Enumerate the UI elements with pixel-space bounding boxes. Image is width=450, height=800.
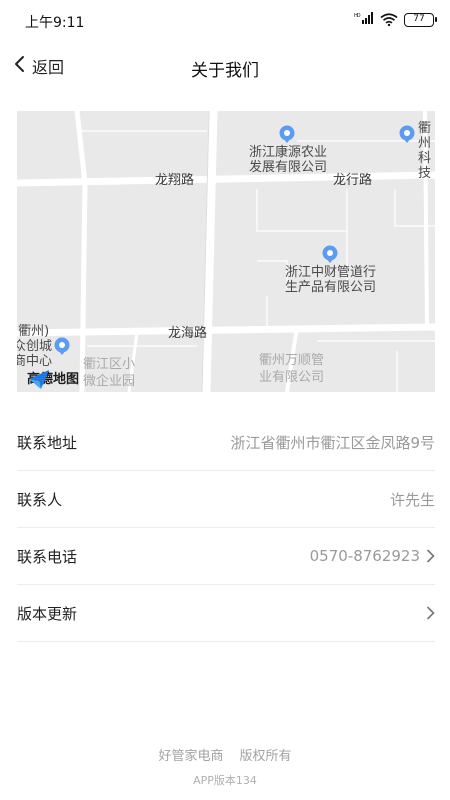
map-pin-icon[interactable] [321,245,339,263]
poi-label: (衢州) 众创城 商中心 [17,324,53,369]
poi-label: 衢州 科技 [418,121,432,181]
svg-text:HD: HD [354,13,361,19]
header: 返回 关于我们 [0,44,450,88]
location-map[interactable]: 浙江康源农业 发展有限公司 浙江中财管道行 生产品有限公司 衢州 科技 (衢州)… [17,111,435,392]
navigation-arrow-icon [29,370,49,389]
phone-label: 联系电话 [17,547,78,566]
phone-row[interactable]: 联系电话 0570-8762923 [17,528,435,585]
area-label: 衢江区小 微企业园 [83,357,136,389]
chevron-right-icon [426,606,435,620]
footer-company: 好管家电商 [158,749,224,764]
map-pin-icon[interactable] [278,125,296,143]
map-roads [17,111,435,392]
map-logo: 高德地图 [27,368,79,389]
road-label: 龙行路 [333,173,373,188]
address-row: 联系地址 浙江省衢州市衢江区金凤路9号 [17,414,435,471]
area-label: 衢州万顺管 业有限公司 [259,353,325,385]
back-button[interactable]: 返回 [12,52,64,80]
back-label: 返回 [32,58,65,77]
signal-icon: HD [354,12,374,27]
version-update-row[interactable]: 版本更新 [17,585,435,642]
address-value: 浙江省衢州市衢江区金凤路9号 [230,433,435,452]
footer-rights: 版权所有 [239,749,292,764]
contact-label: 联系人 [17,490,63,509]
contact-info-list: 联系地址 浙江省衢州市衢江区金凤路9号 联系人 许先生 联系电话 0570-87… [17,414,435,642]
battery-icon: 77 [404,12,437,27]
footer-copyright: 好管家电商 版权所有 [0,745,450,764]
contact-row: 联系人 许先生 [17,471,435,528]
phone-value-wrap: 0570-8762923 [310,547,435,565]
wifi-icon [380,13,398,26]
status-time: 上午9:11 [25,15,85,31]
version-update-label: 版本更新 [17,604,78,623]
poi-label: 浙江中财管道行 生产品有限公司 [285,265,377,295]
status-icons: HD 77 [354,12,437,27]
app-version: APP版本134 [193,774,257,787]
footer: 好管家电商 版权所有 APP版本134 [0,745,450,788]
phone-value: 0570-8762923 [309,547,420,565]
page-title: 关于我们 [191,61,259,81]
poi-label: 浙江康源农业 发展有限公司 [249,145,328,175]
road-label: 龙翔路 [155,173,195,188]
address-label: 联系地址 [17,433,78,452]
status-bar: 上午9:11 HD 77 [0,0,450,40]
map-pin-icon[interactable] [398,125,416,143]
map-pin-icon[interactable] [53,337,71,355]
chevron-right-icon [426,549,435,563]
contact-value: 许先生 [389,490,435,509]
chevron-left-icon [12,55,28,77]
road-label: 龙海路 [168,326,208,341]
